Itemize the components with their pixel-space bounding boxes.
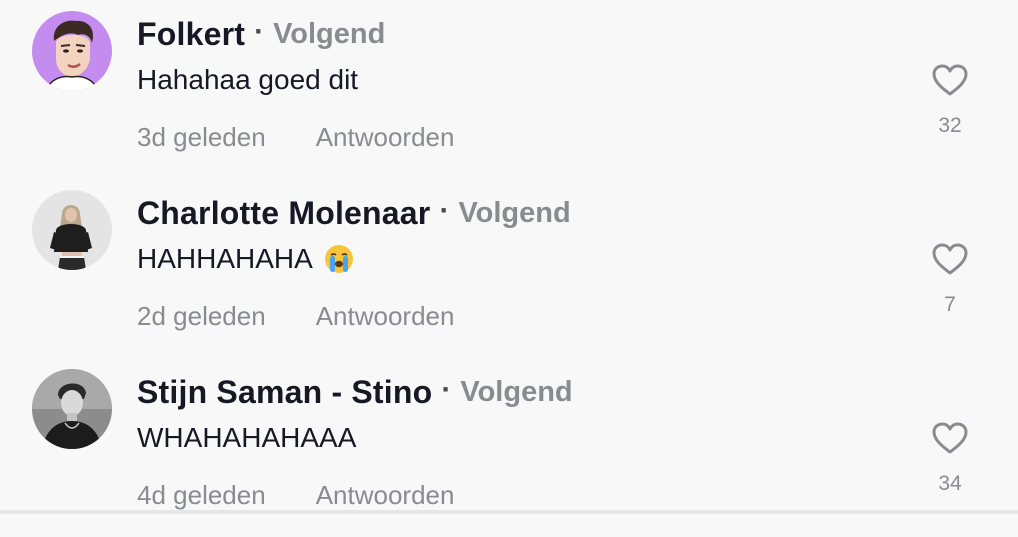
separator-dot: · bbox=[254, 15, 265, 48]
like-button[interactable] bbox=[922, 416, 978, 460]
like-area: 7 bbox=[922, 237, 978, 317]
avatar[interactable] bbox=[32, 190, 112, 270]
reply-button[interactable]: Antwoorden bbox=[316, 480, 455, 511]
bottom-divider bbox=[0, 510, 1018, 514]
comment-text: WHAHAHAHAAA bbox=[137, 422, 356, 454]
username[interactable]: Charlotte Molenaar bbox=[137, 195, 430, 232]
like-count: 7 bbox=[944, 293, 956, 316]
separator-dot: · bbox=[439, 194, 450, 227]
heart-outline-icon bbox=[932, 243, 968, 275]
follow-status: Volgend bbox=[460, 375, 573, 408]
comment-header: Folkert · Volgend bbox=[137, 12, 385, 56]
comment-header: Stijn Saman - Stino · Volgend bbox=[137, 370, 573, 414]
follow-status: Volgend bbox=[458, 196, 571, 229]
follow-status: Volgend bbox=[273, 17, 386, 50]
crying-face-emoji bbox=[323, 243, 355, 275]
avatar-photo bbox=[32, 190, 112, 270]
heart-outline-icon bbox=[932, 64, 968, 96]
comment-body: HAHHAHAHA bbox=[137, 243, 313, 274]
reply-button[interactable]: Antwoorden bbox=[316, 301, 455, 332]
like-area: 34 bbox=[922, 416, 978, 496]
timestamp: 2d geleden bbox=[137, 301, 266, 331]
comments-list: Folkert · Volgend Hahahaa goed dit 3d ge… bbox=[0, 0, 1018, 514]
like-count: 32 bbox=[938, 114, 962, 137]
like-area: 32 bbox=[922, 58, 978, 138]
comment-item: Charlotte Molenaar · Volgend HAHHAHAHA 2… bbox=[0, 179, 1018, 358]
comment-item: Folkert · Volgend Hahahaa goed dit 3d ge… bbox=[0, 0, 1018, 179]
comment-body: WHAHAHAHAAA bbox=[137, 422, 357, 453]
comment-text: HAHHAHAHA bbox=[137, 243, 355, 275]
comment-body: Hahahaa goed dit bbox=[137, 64, 359, 95]
username[interactable]: Folkert bbox=[137, 16, 245, 53]
reply-button[interactable]: Antwoorden bbox=[316, 122, 455, 153]
loudly-crying-face-icon bbox=[324, 245, 353, 273]
comment-meta: 3d geleden Antwoorden bbox=[137, 122, 454, 153]
avatar-illustration bbox=[32, 11, 112, 91]
username[interactable]: Stijn Saman - Stino bbox=[137, 374, 432, 411]
heart-outline-icon bbox=[932, 422, 968, 454]
timestamp: 3d geleden bbox=[137, 122, 266, 152]
comment-text: Hahahaa goed dit bbox=[137, 64, 358, 96]
comment-meta: 2d geleden Antwoorden bbox=[137, 301, 454, 332]
separator-dot: · bbox=[441, 373, 452, 406]
avatar[interactable] bbox=[32, 369, 112, 449]
like-count: 34 bbox=[938, 472, 962, 495]
avatar[interactable] bbox=[32, 11, 112, 91]
like-button[interactable] bbox=[922, 58, 978, 102]
comment-meta: 4d geleden Antwoorden bbox=[137, 480, 454, 511]
comment-header: Charlotte Molenaar · Volgend bbox=[137, 191, 571, 235]
avatar-photo bbox=[32, 369, 112, 449]
timestamp: 4d geleden bbox=[137, 480, 266, 510]
like-button[interactable] bbox=[922, 237, 978, 281]
